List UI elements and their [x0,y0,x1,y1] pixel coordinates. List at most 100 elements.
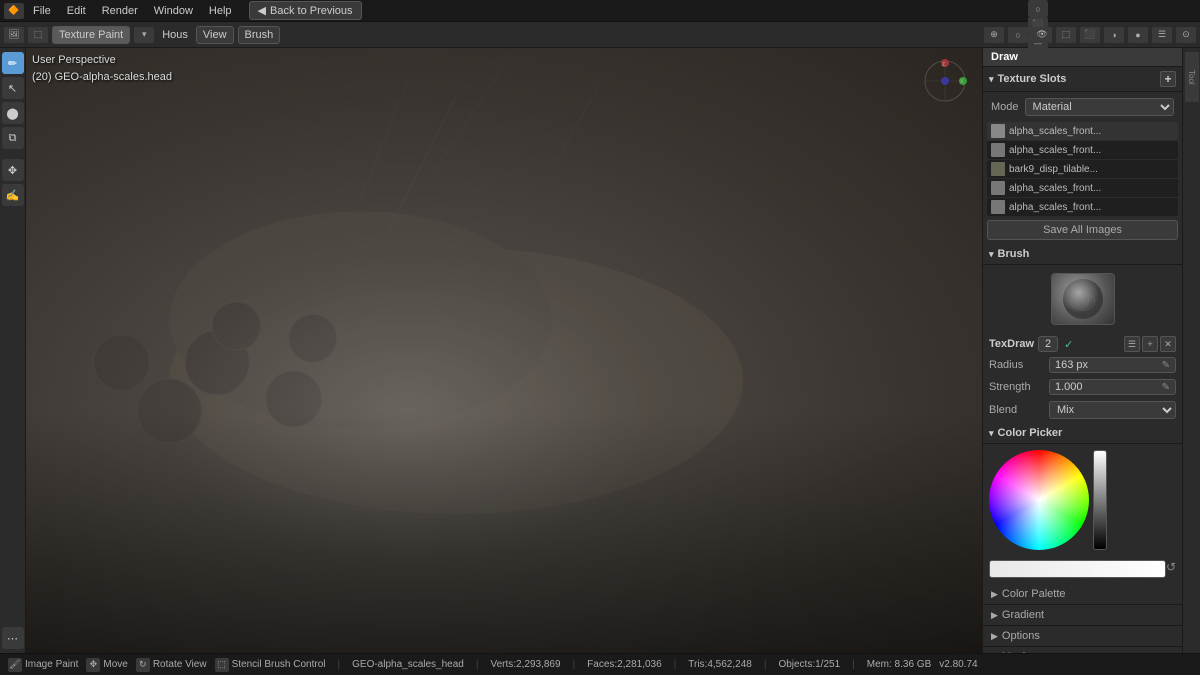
image-paint-label: Image Paint [25,659,78,670]
menu-edit[interactable]: Edit [60,3,93,19]
texture-slots-area: Mode Material alpha_scales_front... alph… [983,92,1182,244]
blender-logo-icon: 🔶 [4,3,24,19]
status-sep-6: | [852,659,855,670]
gradient-section[interactable]: ▶ Gradient [983,605,1182,626]
snap-icon[interactable]: ⊕ [984,27,1004,43]
menu-render[interactable]: Render [95,3,145,19]
strength-value-field[interactable]: 1.000 ✎ [1049,379,1176,395]
texture-slot-add-btn[interactable]: + [1160,71,1176,87]
tool-move-btn[interactable]: ✥ [2,159,24,181]
top-menu-bar: 🔶 File Edit Render Window Help ◀ Back to… [0,0,1200,22]
reset-color-btn[interactable]: ↺ [1166,560,1176,574]
texdraw-header: TexDraw 2 ✓ ☰ + ✕ [983,333,1182,355]
texture-slots-header[interactable]: ▾ Texture Slots + [983,67,1182,92]
viewport-gizmo[interactable]: Z X [920,56,970,106]
color-wheel-cursor [1040,495,1046,501]
slot-thumb-3 [991,181,1005,195]
color-picker-arrow: ▾ [989,428,994,439]
slot-item-4[interactable]: alpha_scales_front... [987,198,1178,216]
overlay-icon[interactable]: ☰ [1152,27,1172,43]
radius-edit-icon[interactable]: ✎ [1162,360,1170,371]
slot-item-2[interactable]: bark9_disp_tilable... [987,160,1178,178]
texdraw-close-btn[interactable]: ✕ [1160,336,1176,352]
status-sep: | [338,659,341,670]
slot-item-3[interactable]: alpha_scales_front... [987,179,1178,197]
texdraw-checkmark: ✓ [1064,338,1073,351]
color-picker-area: ↺ [983,444,1182,584]
save-all-images-btn[interactable]: Save All Images [987,220,1178,240]
texdraw-number[interactable]: 2 [1038,336,1058,352]
back-to-previous-button[interactable]: ◀ Back to Previous [249,1,362,20]
blend-label: Blend [989,404,1049,416]
texdraw-browse-btn[interactable]: ☰ [1124,336,1140,352]
viewport-type-icon[interactable]: 🖼 [4,27,24,43]
mode-toggle-icon[interactable]: ▾ [134,27,154,43]
image-paint-icon: 🖌 [8,658,22,672]
objects-status: Objects:1/251 [778,659,840,670]
prop-edit-icon[interactable]: ○ [1008,27,1028,43]
color-palette-section[interactable]: ▶ Color Palette [983,584,1182,605]
status-sep-2: | [476,659,479,670]
blend-select[interactable]: Mix [1049,401,1176,419]
gizmo-icon[interactable]: ⊙ [1176,27,1196,43]
slot-thumb-2 [991,162,1005,176]
texture-slots-label: Texture Slots [998,73,1067,85]
brush-btn[interactable]: Brush [238,26,281,44]
color-palette-label: Color Palette [1002,588,1066,600]
stencil-brush-status: ⬚ Stencil Brush Control [215,658,326,672]
svg-text:Z: Z [942,62,945,68]
tool-clone-btn[interactable]: ⧉ [2,127,24,149]
radius-label: Radius [989,359,1049,371]
verts-status: Verts:2,293,869 [490,659,560,670]
tool-fill-btn[interactable]: ⬤ [2,102,24,124]
tool-annotate-btn[interactable]: ✍ [2,184,24,206]
left-toolbar: ✏ ↖ ⬤ ⧉ ✥ ✍ ⋯ [0,48,26,653]
color-wheel[interactable] [989,450,1089,550]
color-swatch[interactable] [989,560,1166,578]
editor-type-icon[interactable]: ⬚ [28,27,48,43]
radius-row: Radius 163 px ✎ [983,355,1182,375]
brush-section-header[interactable]: ▾ Brush [983,244,1182,265]
mask-section[interactable]: ▶ Mask [983,647,1182,653]
options-section[interactable]: ▶ Options [983,626,1182,647]
texture-paint-mode-btn[interactable]: Texture Paint [52,26,130,44]
menu-file[interactable]: File [26,3,58,19]
view-btn[interactable]: View [196,26,234,44]
shading-icon-1[interactable]: ⬚ [1056,27,1076,43]
texdraw-new-btn[interactable]: + [1142,336,1158,352]
show-hide-icon[interactable]: 👁 [1032,27,1052,43]
hous-label: Hous [158,29,192,41]
gizmo-svg: Z X [920,56,970,106]
menu-window[interactable]: Window [147,3,200,19]
slot-item-1[interactable]: alpha_scales_front... [987,141,1178,159]
tool-select-btn[interactable]: ↖ [2,77,24,99]
slot-list: alpha_scales_front... alpha_scales_front… [987,122,1178,216]
brush-preview[interactable] [1051,273,1115,325]
viewport[interactable]: User Perspective (20) GEO-alpha-scales.h… [26,48,982,653]
strength-edit-icon[interactable]: ✎ [1162,382,1170,393]
texdraw-label: TexDraw [989,338,1034,350]
color-brightness-slider[interactable] [1093,450,1107,550]
tool-draw-btn[interactable]: ✏ [2,52,24,74]
gradient-arrow: ▶ [991,610,998,621]
shading-icon-2[interactable]: ⬛ [1080,27,1100,43]
draw-panel-header: Draw [983,48,1182,67]
tool-extra-btn[interactable]: ⋯ [2,627,24,649]
color-picker-label: Color Picker [998,427,1063,439]
status-sep-4: | [674,659,677,670]
mode-select[interactable]: Material [1025,98,1174,116]
color-picker-header[interactable]: ▾ Color Picker [983,423,1182,444]
status-sep-5: | [764,659,767,670]
header-icon-3[interactable]: ○ [1028,1,1048,17]
status-bar: 🖌 Image Paint ✥ Move ↻ Rotate View ⬚ Ste… [0,653,1200,675]
slot-item-0[interactable]: alpha_scales_front... [987,122,1178,140]
mem-status: Mem: 8.36 GB [867,659,931,670]
shading-icon-3[interactable]: ◑ [1104,27,1124,43]
rotate-view-icon: ↻ [136,658,150,672]
radius-value-field[interactable]: 163 px ✎ [1049,357,1176,373]
far-right-panel: Tool [1182,48,1200,653]
far-right-tool-btn[interactable]: Tool [1185,52,1199,102]
menu-help[interactable]: Help [202,3,239,19]
shading-icon-4[interactable]: ● [1128,27,1148,43]
color-palette-arrow: ▶ [991,589,998,600]
